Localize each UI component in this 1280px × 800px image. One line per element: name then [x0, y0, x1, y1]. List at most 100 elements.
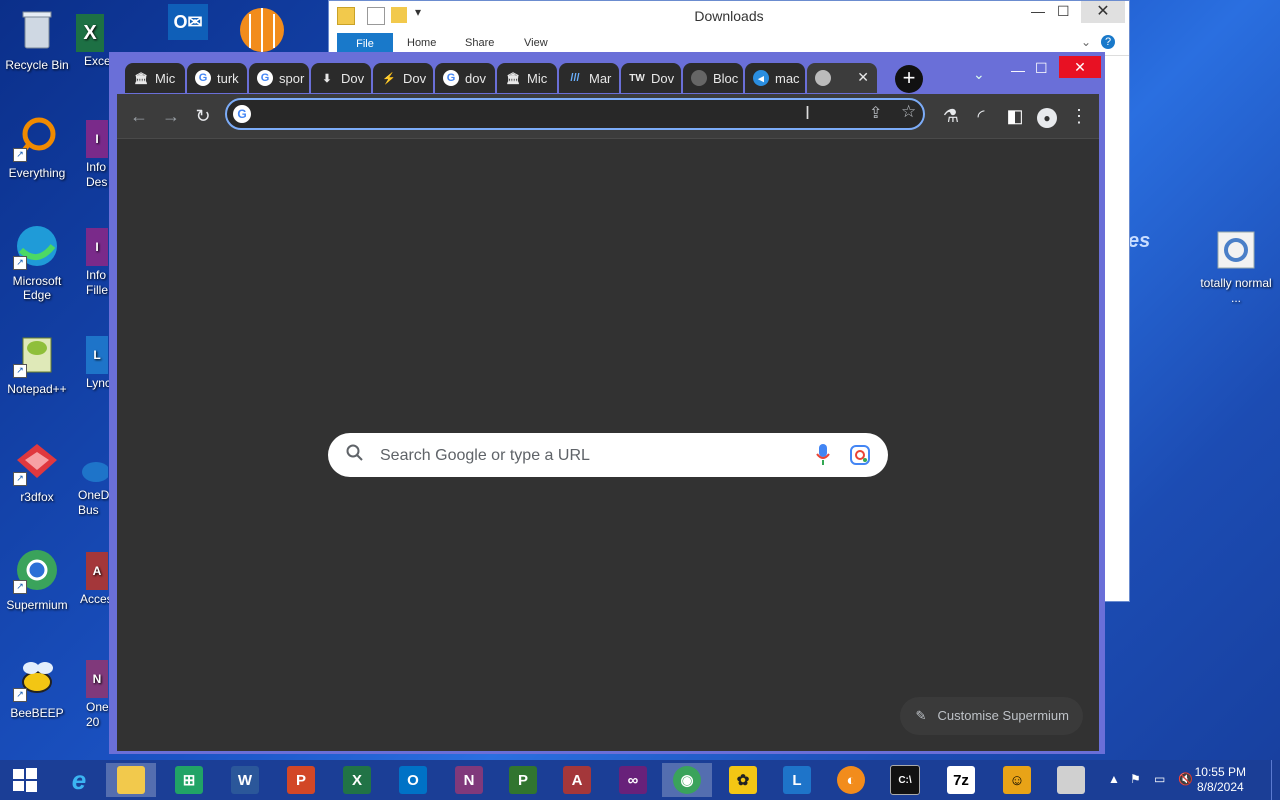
- bookmark-star-icon[interactable]: ☆: [901, 102, 916, 122]
- desktop-icon-recycle-bin[interactable]: Recycle Bin: [0, 6, 77, 72]
- tab-2[interactable]: Gturk: [187, 63, 247, 93]
- tab-active-new-tab[interactable]: ✕: [807, 63, 877, 93]
- tab-search-icon[interactable]: ⌄: [973, 66, 985, 83]
- tab-8[interactable]: ///Mar: [559, 63, 619, 93]
- outlook-desktop-icon[interactable]: O✉: [168, 4, 212, 44]
- start-button[interactable]: [0, 763, 50, 797]
- pencil-icon: ✎: [915, 708, 927, 723]
- tab-1[interactable]: 🏛 Mic: [125, 63, 185, 93]
- tab-9[interactable]: TW Dov: [621, 63, 681, 93]
- explorer-titlebar[interactable]: ▾ Downloads — ☐ ✕: [329, 1, 1129, 31]
- tab-3[interactable]: Gspor: [249, 63, 309, 93]
- lync-taskbar-icon[interactable]: L: [772, 763, 822, 797]
- forward-arrow-icon[interactable]: →: [159, 104, 183, 128]
- share-icon[interactable]: ⇪: [869, 103, 882, 123]
- new-tab-button[interactable]: +: [895, 65, 923, 93]
- new-tab-page: Search Google or type a URL ✎ Customise …: [117, 138, 1099, 751]
- internet-explorer-taskbar-icon[interactable]: e: [54, 763, 104, 797]
- show-hidden-icons[interactable]: ▲: [1108, 772, 1120, 786]
- show-desktop-button[interactable]: [1271, 760, 1280, 800]
- tab-4[interactable]: ⬇ Dov: [311, 63, 371, 93]
- search-icon: [346, 444, 364, 467]
- excel-green-taskbar-icon[interactable]: ⊞: [164, 763, 214, 797]
- desktop-icon-microsoft-edge[interactable]: ↗ Microsoft Edge: [0, 222, 77, 302]
- google-icon: G: [233, 105, 251, 123]
- globe-icon: [691, 70, 707, 86]
- google-lens-icon[interactable]: [850, 445, 870, 470]
- ribbon-expand-icon[interactable]: ⌄: [1081, 35, 1091, 49]
- tab-6[interactable]: Gdov: [435, 63, 495, 93]
- desktop-icon-r3dfox[interactable]: ↗ r3dfox: [0, 438, 77, 504]
- outlook-taskbar-icon[interactable]: O: [388, 763, 438, 797]
- word-taskbar-icon[interactable]: W: [220, 763, 270, 797]
- more-menu-icon[interactable]: ⋮: [1067, 104, 1091, 128]
- desktop-icon-beebeep[interactable]: ↗ BeeBEEP: [0, 654, 77, 720]
- chrome-icon: [815, 70, 831, 86]
- tab-11[interactable]: ◂ mac: [745, 63, 805, 93]
- google-search-box[interactable]: Search Google or type a URL: [328, 433, 888, 477]
- tab-7[interactable]: 🏛 Mic: [497, 63, 557, 93]
- infopath-icon: I: [86, 120, 110, 160]
- side-panel-icon[interactable]: ◧: [1003, 104, 1027, 128]
- minimize-icon[interactable]: —: [1011, 62, 1025, 78]
- powerpoint-taskbar-icon[interactable]: P: [276, 763, 326, 797]
- desktop-icon-everything[interactable]: ↗ Everything: [0, 114, 77, 180]
- close-icon[interactable]: ✕: [1081, 1, 1125, 23]
- address-bar[interactable]: G I ⇪ ☆: [225, 98, 925, 130]
- edge-icon: ↗: [13, 222, 61, 270]
- explorer-title: Downloads: [694, 8, 764, 24]
- desktop-icon-totally-normal[interactable]: totally normal ...: [1196, 228, 1276, 306]
- reload-icon[interactable]: ↻: [191, 104, 215, 128]
- 7zip-taskbar-icon[interactable]: 7z: [936, 763, 986, 797]
- profile-avatar[interactable]: ●: [1035, 104, 1059, 128]
- supermium-taskbar-icon[interactable]: ◉: [662, 763, 712, 797]
- access-taskbar-icon[interactable]: A: [552, 763, 602, 797]
- notepad-plus-plus-icon: ↗: [13, 330, 61, 378]
- browser-window[interactable]: 🏛 Mic Gturk Gspor ⬇ Dov ⚡ Dov Gdov 🏛 Mic ///…: [109, 52, 1105, 754]
- access-icon: A: [86, 552, 110, 592]
- bolt-icon: ⚡: [382, 72, 396, 85]
- maximize-icon[interactable]: ☐: [1035, 60, 1048, 77]
- project-taskbar-icon[interactable]: P: [498, 763, 548, 797]
- maximize-icon[interactable]: ☐: [1057, 3, 1070, 20]
- ribbon-tab-share[interactable]: Share: [465, 37, 494, 49]
- close-icon[interactable]: ✕: [1059, 56, 1101, 78]
- excel-taskbar-icon[interactable]: X: [332, 763, 382, 797]
- vlc-like-desktop-icon[interactable]: [236, 4, 286, 52]
- visual-studio-taskbar-icon[interactable]: ∞: [608, 763, 658, 797]
- file-explorer-taskbar-icon[interactable]: [106, 763, 156, 797]
- google-icon: G: [195, 70, 211, 86]
- desktop-icon-supermium[interactable]: ↗ Supermium: [0, 546, 77, 612]
- tw-icon: TW: [629, 72, 645, 84]
- beebeep-taskbar-icon[interactable]: ✿: [718, 763, 768, 797]
- fish-icon: ◂: [753, 70, 769, 86]
- onenote-icon: N: [86, 660, 110, 700]
- onenote-taskbar-icon[interactable]: N: [444, 763, 494, 797]
- close-tab-icon[interactable]: ✕: [857, 69, 869, 86]
- tab-5[interactable]: ⚡ Dov: [373, 63, 433, 93]
- wallpaper-text: es: [1128, 230, 1151, 252]
- file-taskbar-icon[interactable]: [1046, 763, 1096, 797]
- help-icon[interactable]: ?: [1101, 35, 1115, 49]
- lync-icon: L: [86, 336, 110, 376]
- recycle-bin-icon: [13, 6, 61, 54]
- labs-flask-icon[interactable]: ⚗: [939, 104, 963, 128]
- system-clock[interactable]: 10:55 PM 8/8/2024: [1195, 765, 1246, 795]
- back-arrow-icon[interactable]: ←: [127, 104, 151, 128]
- google-icon: G: [443, 70, 459, 86]
- command-prompt-taskbar-icon[interactable]: C:\: [880, 763, 930, 797]
- flag-icon[interactable]: ⚑: [1130, 772, 1141, 786]
- microphone-icon[interactable]: [816, 444, 830, 471]
- minimize-icon[interactable]: —: [1031, 3, 1045, 19]
- volume-muted-icon[interactable]: 🔇: [1178, 772, 1193, 786]
- tab-strip: 🏛 Mic Gturk Gspor ⬇ Dov ⚡ Dov Gdov 🏛 Mic ///…: [125, 56, 1101, 94]
- desktop-icon-notepad-plus-plus[interactable]: ↗ Notepad++: [0, 330, 77, 396]
- r3dfox-taskbar-icon[interactable]: ◐: [826, 763, 876, 797]
- address-input[interactable]: [261, 104, 825, 126]
- app-taskbar-icon[interactable]: ☺: [992, 763, 1042, 797]
- tab-10[interactable]: Bloc: [683, 63, 743, 93]
- network-icon[interactable]: ▭: [1154, 772, 1165, 786]
- ribbon-tab-home[interactable]: Home: [407, 37, 436, 49]
- ribbon-tab-view[interactable]: View: [524, 37, 548, 49]
- customise-button[interactable]: ✎ Customise Supermium: [899, 697, 1083, 735]
